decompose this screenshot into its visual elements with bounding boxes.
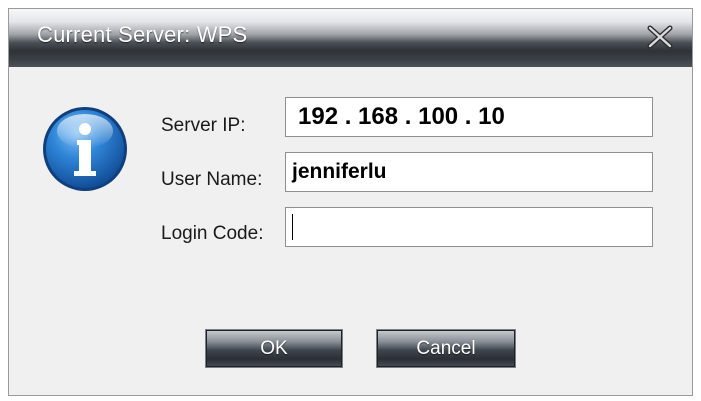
user-name-label: User Name: xyxy=(161,169,263,190)
ok-button[interactable]: OK xyxy=(205,329,343,368)
close-icon xyxy=(647,25,673,49)
close-button[interactable] xyxy=(646,23,674,51)
server-ip-field[interactable]: 192 . 168 . 100 . 10 xyxy=(285,97,653,137)
login-dialog: Current Server: WPS Server IP: 192 . 168… xyxy=(8,8,693,396)
text-caret xyxy=(292,214,293,240)
user-name-value: jenniferlu xyxy=(292,160,387,183)
server-ip-value: 192 . 168 . 100 . 10 xyxy=(298,103,505,130)
server-ip-label: Server IP: xyxy=(161,115,246,136)
title-bar: Current Server: WPS xyxy=(9,9,692,67)
info-icon xyxy=(43,107,127,191)
dialog-title: Current Server: WPS xyxy=(37,22,248,47)
login-code-label: Login Code: xyxy=(161,223,264,244)
cancel-button[interactable]: Cancel xyxy=(376,329,516,368)
user-name-field[interactable]: jenniferlu xyxy=(285,152,653,192)
login-code-field[interactable] xyxy=(285,207,653,247)
